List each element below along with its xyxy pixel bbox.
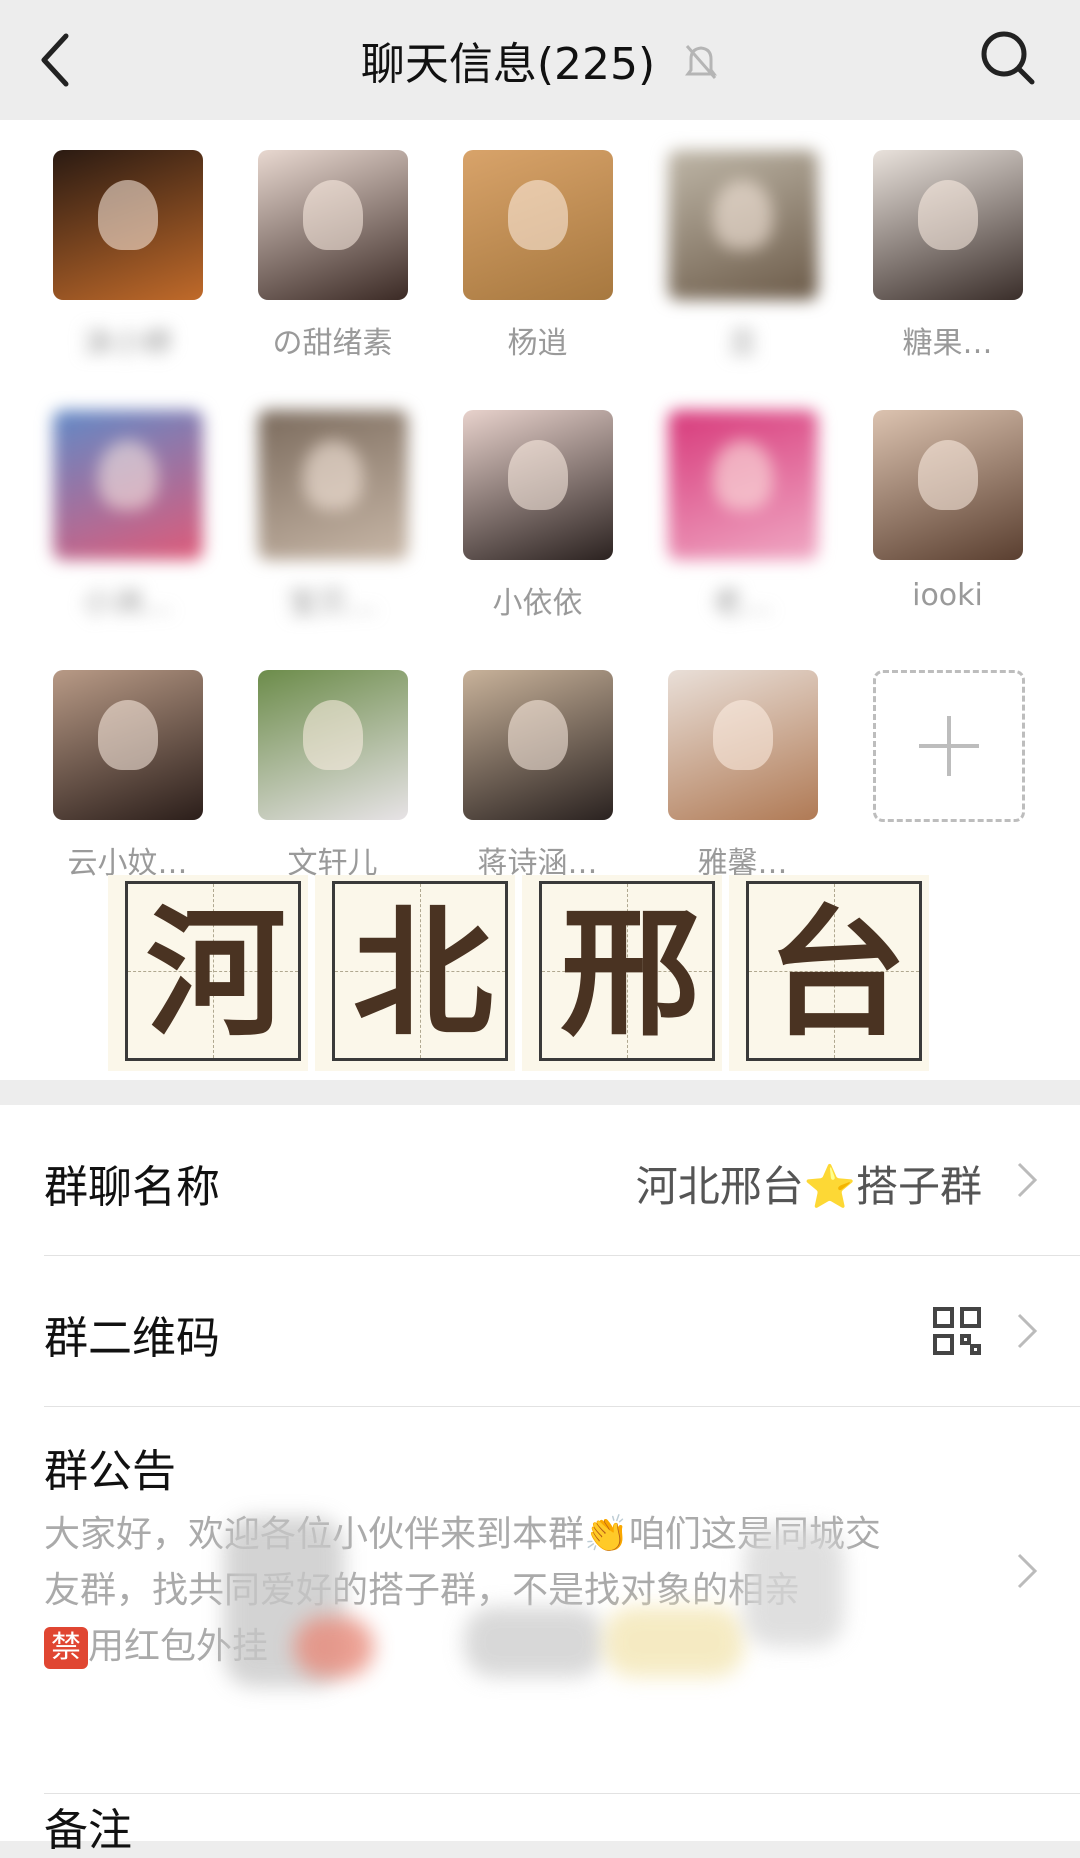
avatar-figure [98,180,158,250]
avatar-figure [98,700,158,770]
banner-character: 邢 [559,892,700,1056]
member-name: iooki [912,578,983,613]
member-avatar [258,410,408,560]
page-title: 聊天信息(225) [0,28,1080,93]
member-avatar [463,150,613,300]
tian-grid-box: 北 [332,881,508,1061]
member-avatar [668,410,818,560]
member-avatar [53,670,203,820]
group-name-row[interactable]: 群聊名称 河北邢台⭐搭子群 [0,1105,1080,1255]
redaction-smudge [464,1607,604,1677]
member-avatar [258,150,408,300]
group-notice-text: 大家好，欢迎各位小伙伴来到本群👏咱们这是同城交 友群，找共同爱好的搭子群，不是找… [44,1507,944,1687]
page-title-text: 聊天信息(225) [360,39,656,90]
redaction-smudge [604,1607,744,1677]
member-name: 老… [712,586,773,621]
avatar-figure [713,440,773,510]
banner-character: 北 [352,892,493,1056]
tian-grid-box: 邢 [539,881,715,1061]
avatar-figure [303,700,363,770]
banner-character-tile: 河 [108,875,308,1071]
avatar-figure [303,440,363,510]
member-name: 糖果… [902,326,993,361]
member-item[interactable]: 沫小婷 [25,150,230,400]
member-item[interactable]: 小依依 [435,410,640,660]
member-item[interactable]: 小洲… [25,410,230,660]
banner-character-tile: 邢 [522,875,722,1071]
banner-character-tile: 北 [315,875,515,1071]
member-avatar [53,150,203,300]
qr-code-icon [932,1306,982,1360]
member-name: 宝贝… [287,586,378,621]
banner-character: 台 [766,892,907,1056]
settings-list: 群聊名称 河北邢台⭐搭子群 群二维码 群公告 大家好，欢迎各位小伙伴来到本群👏咱… [0,1105,1080,1856]
forbidden-badge: 禁 [44,1627,88,1669]
member-avatar [53,410,203,560]
avatar-figure [713,180,773,250]
redaction-smudge [294,1617,374,1677]
member-avatar [258,670,408,820]
group-qr-row[interactable]: 群二维码 [0,1256,1080,1406]
member-item[interactable]: の甜绪素 [230,150,435,400]
member-item[interactable]: 宝贝… [230,410,435,660]
member-grid: 沫小婷 の甜绪素 杨逍旦糖果… 小洲… 宝贝… 小依依 老… iooki 云小妏… 文轩儿 蒋诗涵…… [0,120,1080,1080]
member-name: 小洲… [82,586,173,621]
avatar-figure [508,440,568,510]
member-avatar [668,670,818,820]
member-avatar [873,150,1023,300]
member-name: 旦 [727,326,758,361]
group-notice-row[interactable]: 群公告 大家好，欢迎各位小伙伴来到本群👏咱们这是同城交 友群，找共同爱好的搭子群… [0,1407,1080,1793]
tian-grid-box: 河 [125,881,301,1061]
avatar-figure [918,180,978,250]
avatar-figure [508,180,568,250]
remark-row[interactable]: 备注 [0,1794,1080,1856]
banner-character-tile: 台 [729,875,929,1071]
member-avatar [463,670,613,820]
avatar-figure [713,700,773,770]
member-name: の甜绪素 [272,326,393,361]
plus-icon [873,670,1025,822]
group-name-value: 河北邢台⭐搭子群 [635,1162,982,1211]
member-item[interactable]: 杨逍 [435,150,640,400]
chevron-right-icon [1016,1161,1038,1199]
banner-character: 河 [145,892,286,1056]
chevron-right-icon [1016,1312,1038,1350]
member-name: 小依依 [492,586,583,621]
group-name-label: 群聊名称 [44,1162,220,1213]
tian-grid-box: 台 [746,881,922,1061]
member-avatar [873,410,1023,560]
member-avatar [668,150,818,300]
redaction-smudge [744,1527,844,1647]
member-item[interactable]: 旦 [640,150,845,400]
chevron-right-icon [1016,1552,1038,1590]
avatar-figure [98,440,158,510]
navigation-bar: 聊天信息(225) [0,0,1080,120]
mute-bell-icon [683,42,719,93]
member-name: 杨逍 [507,326,568,361]
group-qr-label: 群二维码 [44,1313,220,1364]
avatar-figure [918,440,978,510]
group-notice-label: 群公告 [44,1446,176,1497]
member-item[interactable]: 老… [640,410,845,660]
member-name: 沫小婷 [82,326,173,361]
avatar-figure [303,180,363,250]
member-item[interactable]: 糖果… [845,150,1050,400]
member-avatar [463,410,613,560]
avatar-figure [508,700,568,770]
search-icon[interactable] [976,26,1040,90]
remark-label: 备注 [44,1805,132,1856]
member-item[interactable]: iooki [845,410,1050,660]
